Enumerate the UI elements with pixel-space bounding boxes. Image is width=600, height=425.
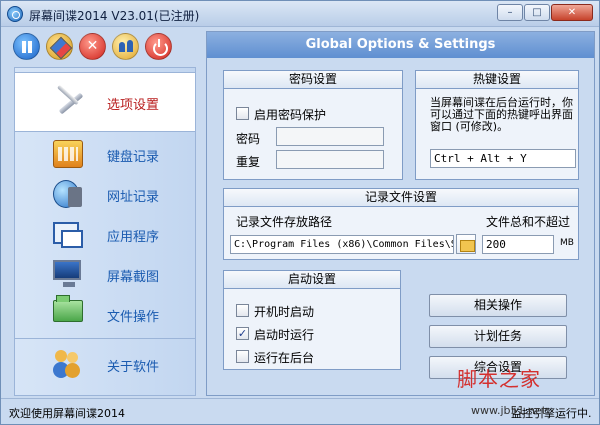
window-controls: – □ ✕ — [496, 4, 593, 21]
log-path-field[interactable]: C:\Program Files (x86)\Common Files\Sy — [230, 235, 454, 254]
group-title: 热键设置 — [416, 71, 578, 89]
status-message: 欢迎使用屏幕间谍2014 — [9, 407, 125, 420]
password-group: 密码设置 启用密码保护 密码 重复 — [223, 70, 403, 180]
repeat-label: 重复 — [236, 155, 261, 169]
log-size-label: 文件总和不超过 — [486, 215, 571, 229]
panel-header: Global Options & Settings — [207, 32, 594, 58]
watermark-url: www.jb51.net — [471, 404, 547, 417]
people-icon — [53, 348, 83, 376]
sidebar-item-about[interactable]: 关于软件 — [15, 344, 195, 384]
power-icon[interactable] — [145, 33, 172, 60]
toolbar — [13, 33, 178, 60]
startup-boot-label: 开机时启动 — [254, 305, 315, 319]
hotkey-group: 热键设置 当屏幕间谍在后台运行时，你可以通过下面的热键呼出界面窗口 (可修改)。… — [415, 70, 579, 180]
app-window: 屏幕间谍2014 V23.01(已注册) – □ ✕ 选项设置 键盘记录 网址记… — [0, 0, 600, 425]
schedule-button[interactable]: 计划任务 — [429, 325, 567, 348]
group-title: 记录文件设置 — [224, 189, 578, 207]
browse-folder-icon[interactable] — [456, 234, 476, 254]
sidebar-item-keyboard[interactable]: 键盘记录 — [15, 134, 195, 174]
close-button[interactable]: ✕ — [551, 4, 593, 21]
group-title: 启动设置 — [224, 271, 400, 289]
startup-boot-checkbox[interactable] — [236, 304, 249, 317]
sidebar-item-apps[interactable]: 应用程序 — [15, 214, 195, 254]
group-title: 密码设置 — [224, 71, 402, 89]
minimize-button[interactable]: – — [497, 4, 523, 21]
sidebar-item-files[interactable]: 文件操作 — [15, 294, 195, 334]
sidebar-nav: 选项设置 键盘记录 网址记录 应用程序 屏幕截图 文件操作 关于软件 — [14, 67, 196, 396]
app-logo-icon — [7, 6, 23, 22]
folder-icon — [53, 295, 83, 322]
enable-password-label: 启用密码保护 — [254, 108, 327, 122]
startup-background-checkbox[interactable] — [236, 350, 249, 363]
keyboard-icon — [53, 140, 83, 168]
sidebar-item-label: 键盘记录 — [107, 150, 160, 165]
log-path-label: 记录文件存放路径 — [236, 215, 333, 229]
repeat-password-field[interactable] — [276, 150, 384, 169]
startup-background-label: 运行在后台 — [254, 351, 315, 365]
hotkey-description: 当屏幕间谍在后台运行时，你可以通过下面的热键呼出界面窗口 (可修改)。 — [430, 96, 573, 133]
watermark-logo: 脚本之家 — [457, 367, 541, 391]
sidebar-item-label: 屏幕截图 — [107, 270, 160, 285]
maximize-button[interactable]: □ — [524, 4, 550, 21]
startup-run-label: 启动时运行 — [254, 328, 315, 342]
enable-password-checkbox[interactable] — [236, 107, 249, 120]
pause-icon[interactable] — [13, 33, 40, 60]
sidebar-item-label: 网址记录 — [107, 190, 160, 205]
password-label: 密码 — [236, 132, 261, 146]
related-actions-button[interactable]: 相关操作 — [429, 294, 567, 317]
stop-icon[interactable] — [79, 33, 106, 60]
logfile-group: 记录文件设置 记录文件存放路径 文件总和不超过 C:\Program Files… — [223, 188, 579, 260]
monitor-icon — [53, 260, 81, 287]
hotkey-field[interactable]: Ctrl + Alt + Y — [430, 149, 576, 168]
sidebar-item-label: 选项设置 — [107, 98, 160, 113]
app-window-icon — [53, 222, 83, 248]
sidebar-item-label: 应用程序 — [107, 230, 160, 245]
title-bar[interactable]: 屏幕间谍2014 V23.01(已注册) – □ ✕ — [1, 1, 599, 27]
wrench-icon — [53, 89, 83, 117]
settings-panel: Global Options & Settings 密码设置 启用密码保护 密码… — [206, 31, 595, 396]
sidebar-item-urls[interactable]: 网址记录 — [15, 174, 195, 214]
sidebar-item-options[interactable]: 选项设置 — [15, 72, 195, 132]
log-size-field[interactable]: 200 — [482, 235, 554, 254]
globe-icon — [53, 180, 82, 208]
password-field[interactable] — [276, 127, 384, 146]
tools-icon[interactable] — [46, 33, 73, 60]
startup-run-checkbox[interactable]: ✓ — [236, 327, 249, 340]
sidebar-item-label: 文件操作 — [107, 310, 160, 325]
log-size-unit: MB — [560, 238, 574, 248]
sidebar-item-screenshots[interactable]: 屏幕截图 — [15, 254, 195, 294]
sidebar-item-label: 关于软件 — [107, 360, 160, 375]
startup-group: 启动设置 开机时启动 ✓ 启动时运行 运行在后台 — [223, 270, 401, 370]
window-title: 屏幕间谍2014 V23.01(已注册) — [29, 9, 200, 23]
users-icon[interactable] — [112, 33, 139, 60]
sidebar-divider — [15, 338, 195, 339]
